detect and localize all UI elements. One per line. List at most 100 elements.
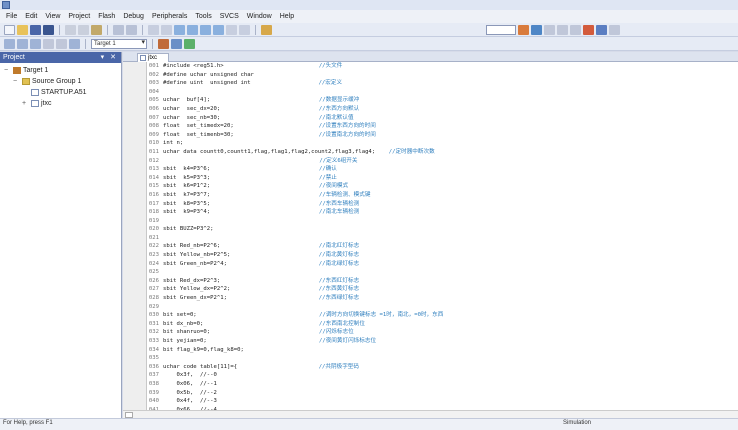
bookmark-icon[interactable] <box>174 24 185 35</box>
expand-toggle-icon[interactable]: + <box>22 98 29 109</box>
menu-item-window[interactable]: Window <box>247 13 272 20</box>
code-line[interactable]: 037 0x3f, //--0 <box>147 371 738 380</box>
tree-item-target-1[interactable]: − Target 1 <box>0 65 121 76</box>
code-line[interactable]: 020 sbit BUZZ=P3^2; <box>147 225 738 234</box>
horizontal-scrollbar[interactable] <box>123 410 738 418</box>
expand-toggle-icon[interactable]: − <box>13 76 20 87</box>
code-line[interactable]: 004 <box>147 88 738 97</box>
stop-icon[interactable] <box>557 24 568 35</box>
code-line[interactable]: 019 <box>147 217 738 226</box>
code-line[interactable]: 038 0x06, //--1 <box>147 380 738 389</box>
batch-build-icon[interactable] <box>43 38 54 49</box>
menu-item-project[interactable]: Project <box>68 13 90 20</box>
view-windows-icon[interactable] <box>596 24 607 35</box>
code-line[interactable]: 012 //定义6组开关 <box>147 157 738 166</box>
outdent-icon[interactable] <box>161 24 172 35</box>
panel-controls[interactable]: ▾ ✕ <box>101 52 118 63</box>
save-all-icon[interactable] <box>43 24 54 35</box>
open-icon[interactable] <box>17 24 28 35</box>
code-line[interactable]: 031 bit dx_nb=0; //东西南北控制位 <box>147 320 738 329</box>
menu-item-file[interactable]: File <box>6 13 17 20</box>
code-line[interactable]: 022 sbit Red_nb=P2^6; //南北红灯标志 <box>147 242 738 251</box>
copy-icon[interactable] <box>78 24 89 35</box>
manage-components-icon[interactable] <box>171 38 182 49</box>
redo-icon[interactable] <box>126 24 137 35</box>
find-in-files-icon[interactable] <box>518 24 529 35</box>
code-line[interactable]: 015 sbit k6=P1^2; //夜间模式 <box>147 182 738 191</box>
new-file-icon[interactable] <box>4 24 15 35</box>
bookmark-next-icon[interactable] <box>200 24 211 35</box>
code-line[interactable]: 014 sbit k5=P3^3; //禁止 <box>147 174 738 183</box>
bookmark-prev-icon[interactable] <box>187 24 198 35</box>
manage-runtime-icon[interactable] <box>184 38 195 49</box>
code-line[interactable]: 034 bit flag_k9=0,flag_k8=0; <box>147 346 738 355</box>
code-line[interactable]: 032 bit shanruo=0; //闪烁标志位 <box>147 328 738 337</box>
stop-build-icon[interactable] <box>56 38 67 49</box>
menu-item-tools[interactable]: Tools <box>195 13 211 20</box>
code-line[interactable]: 016 sbit k7=P3^7; //车辆检测、模式键 <box>147 191 738 200</box>
menu-item-flash[interactable]: Flash <box>98 13 115 20</box>
code-line[interactable]: 036 uchar code table[11]={//共阴极字型码 <box>147 363 738 372</box>
download-icon[interactable] <box>69 38 80 49</box>
save-icon[interactable] <box>30 24 41 35</box>
expand-toggle-icon[interactable]: − <box>4 65 11 76</box>
paste-icon[interactable] <box>91 24 102 35</box>
tree-item-jtxc[interactable]: + jtxc <box>0 98 121 109</box>
code-line[interactable]: 009 float set_timenb=30; //设置南北方向的时间 <box>147 131 738 140</box>
rebuild-icon[interactable] <box>30 38 41 49</box>
tab-jtxc[interactable]: jtxc <box>137 53 169 62</box>
code-line[interactable]: 028 sbit Green_dx=P2^1; //东西绿灯标志 <box>147 294 738 303</box>
code-line[interactable]: 026 sbit Red_dx=P2^3; //东西红灯标志 <box>147 277 738 286</box>
config-icon[interactable] <box>609 24 620 35</box>
uncomment-icon[interactable] <box>239 24 250 35</box>
menu-item-view[interactable]: View <box>45 13 60 20</box>
code-line[interactable]: 021 <box>147 234 738 243</box>
code-line[interactable]: 003 #define uint unsigned int //宏定义 <box>147 79 738 88</box>
code-line[interactable]: 005 uchar buf[4]; //数据显示缓冲 <box>147 96 738 105</box>
target-options-icon[interactable] <box>158 38 169 49</box>
translate-icon[interactable] <box>4 38 15 49</box>
menu-item-svcs[interactable]: SVCS <box>220 13 239 20</box>
clear-bookmarks-icon[interactable] <box>213 24 224 35</box>
build-icon[interactable] <box>17 38 28 49</box>
target-select[interactable]: Target 1 <box>91 38 147 49</box>
code-line[interactable]: 011 uchar data countt0,countt1,flag,flag1… <box>147 148 738 157</box>
code-line[interactable]: 006 uchar sec_dx=20; //东西方向默认 <box>147 105 738 114</box>
breakpoint-icon[interactable] <box>544 24 555 35</box>
code-line[interactable]: 017 sbit k8=P3^5; //东西车辆检测 <box>147 200 738 209</box>
enable-breakpoint-icon[interactable] <box>583 24 594 35</box>
indent-icon[interactable] <box>148 24 159 35</box>
menu-item-peripherals[interactable]: Peripherals <box>152 13 187 20</box>
comment-icon[interactable] <box>226 24 237 35</box>
debug-icon[interactable] <box>531 24 542 35</box>
code-line[interactable]: 010 int n; <box>147 139 738 148</box>
code-line[interactable]: 001 #include <reg51.h> //头文件 <box>147 62 738 71</box>
code-line[interactable]: 039 0x5b, //--2 <box>147 389 738 398</box>
code-line[interactable]: 018 sbit k9=P3^4; //南北车辆检测 <box>147 208 738 217</box>
code-line[interactable]: 025 <box>147 268 738 277</box>
find-combo[interactable] <box>486 24 516 35</box>
cut-icon[interactable] <box>65 24 76 35</box>
code-line[interactable]: 027 sbit Yellow_dx=P2^2; //东西黄灯标志 <box>147 285 738 294</box>
undo-icon[interactable] <box>113 24 124 35</box>
code-line[interactable]: 040 0x4f, //--3 <box>147 397 738 406</box>
code-line[interactable]: 030 bit set=0; //调时方向切换键标志 =1时，南北，=0时，东西 <box>147 311 738 320</box>
code-line[interactable]: 033 bit yejian=0; //夜间黄灯闪烁标志位 <box>147 337 738 346</box>
menu-item-edit[interactable]: Edit <box>25 13 37 20</box>
code-area[interactable]: 001 #include <reg51.h> //头文件 002 #define uch… <box>147 62 738 414</box>
tree-item-startup-a51[interactable]: STARTUP.A51 <box>0 87 121 98</box>
code-line[interactable]: 002 #define uchar unsigned char <box>147 71 738 80</box>
code-line[interactable]: 029 <box>147 303 738 312</box>
code-line[interactable]: 024 sbit Green_nb=P2^4; //南北绿灯标志 <box>147 260 738 269</box>
code-line[interactable]: 023 sbit Yellow_nb=P2^5; //南北黄灯标志 <box>147 251 738 260</box>
find-icon[interactable] <box>261 24 272 35</box>
code-line[interactable]: 008 float set_timedx=20; //设置东西方向的时间 <box>147 122 738 131</box>
menu-item-help[interactable]: Help <box>280 13 294 20</box>
code-line[interactable]: 013 sbit k4=P3^6; //确认 <box>147 165 738 174</box>
code-line[interactable]: 035 <box>147 354 738 363</box>
menu-item-debug[interactable]: Debug <box>123 13 144 20</box>
insert-breakpoint-icon[interactable] <box>570 24 581 35</box>
code-line[interactable]: 007 uchar sec_nb=30; //南北默认值 <box>147 114 738 123</box>
tree-item-source-group-1[interactable]: − Source Group 1 <box>0 76 121 87</box>
file-icon <box>31 100 39 107</box>
